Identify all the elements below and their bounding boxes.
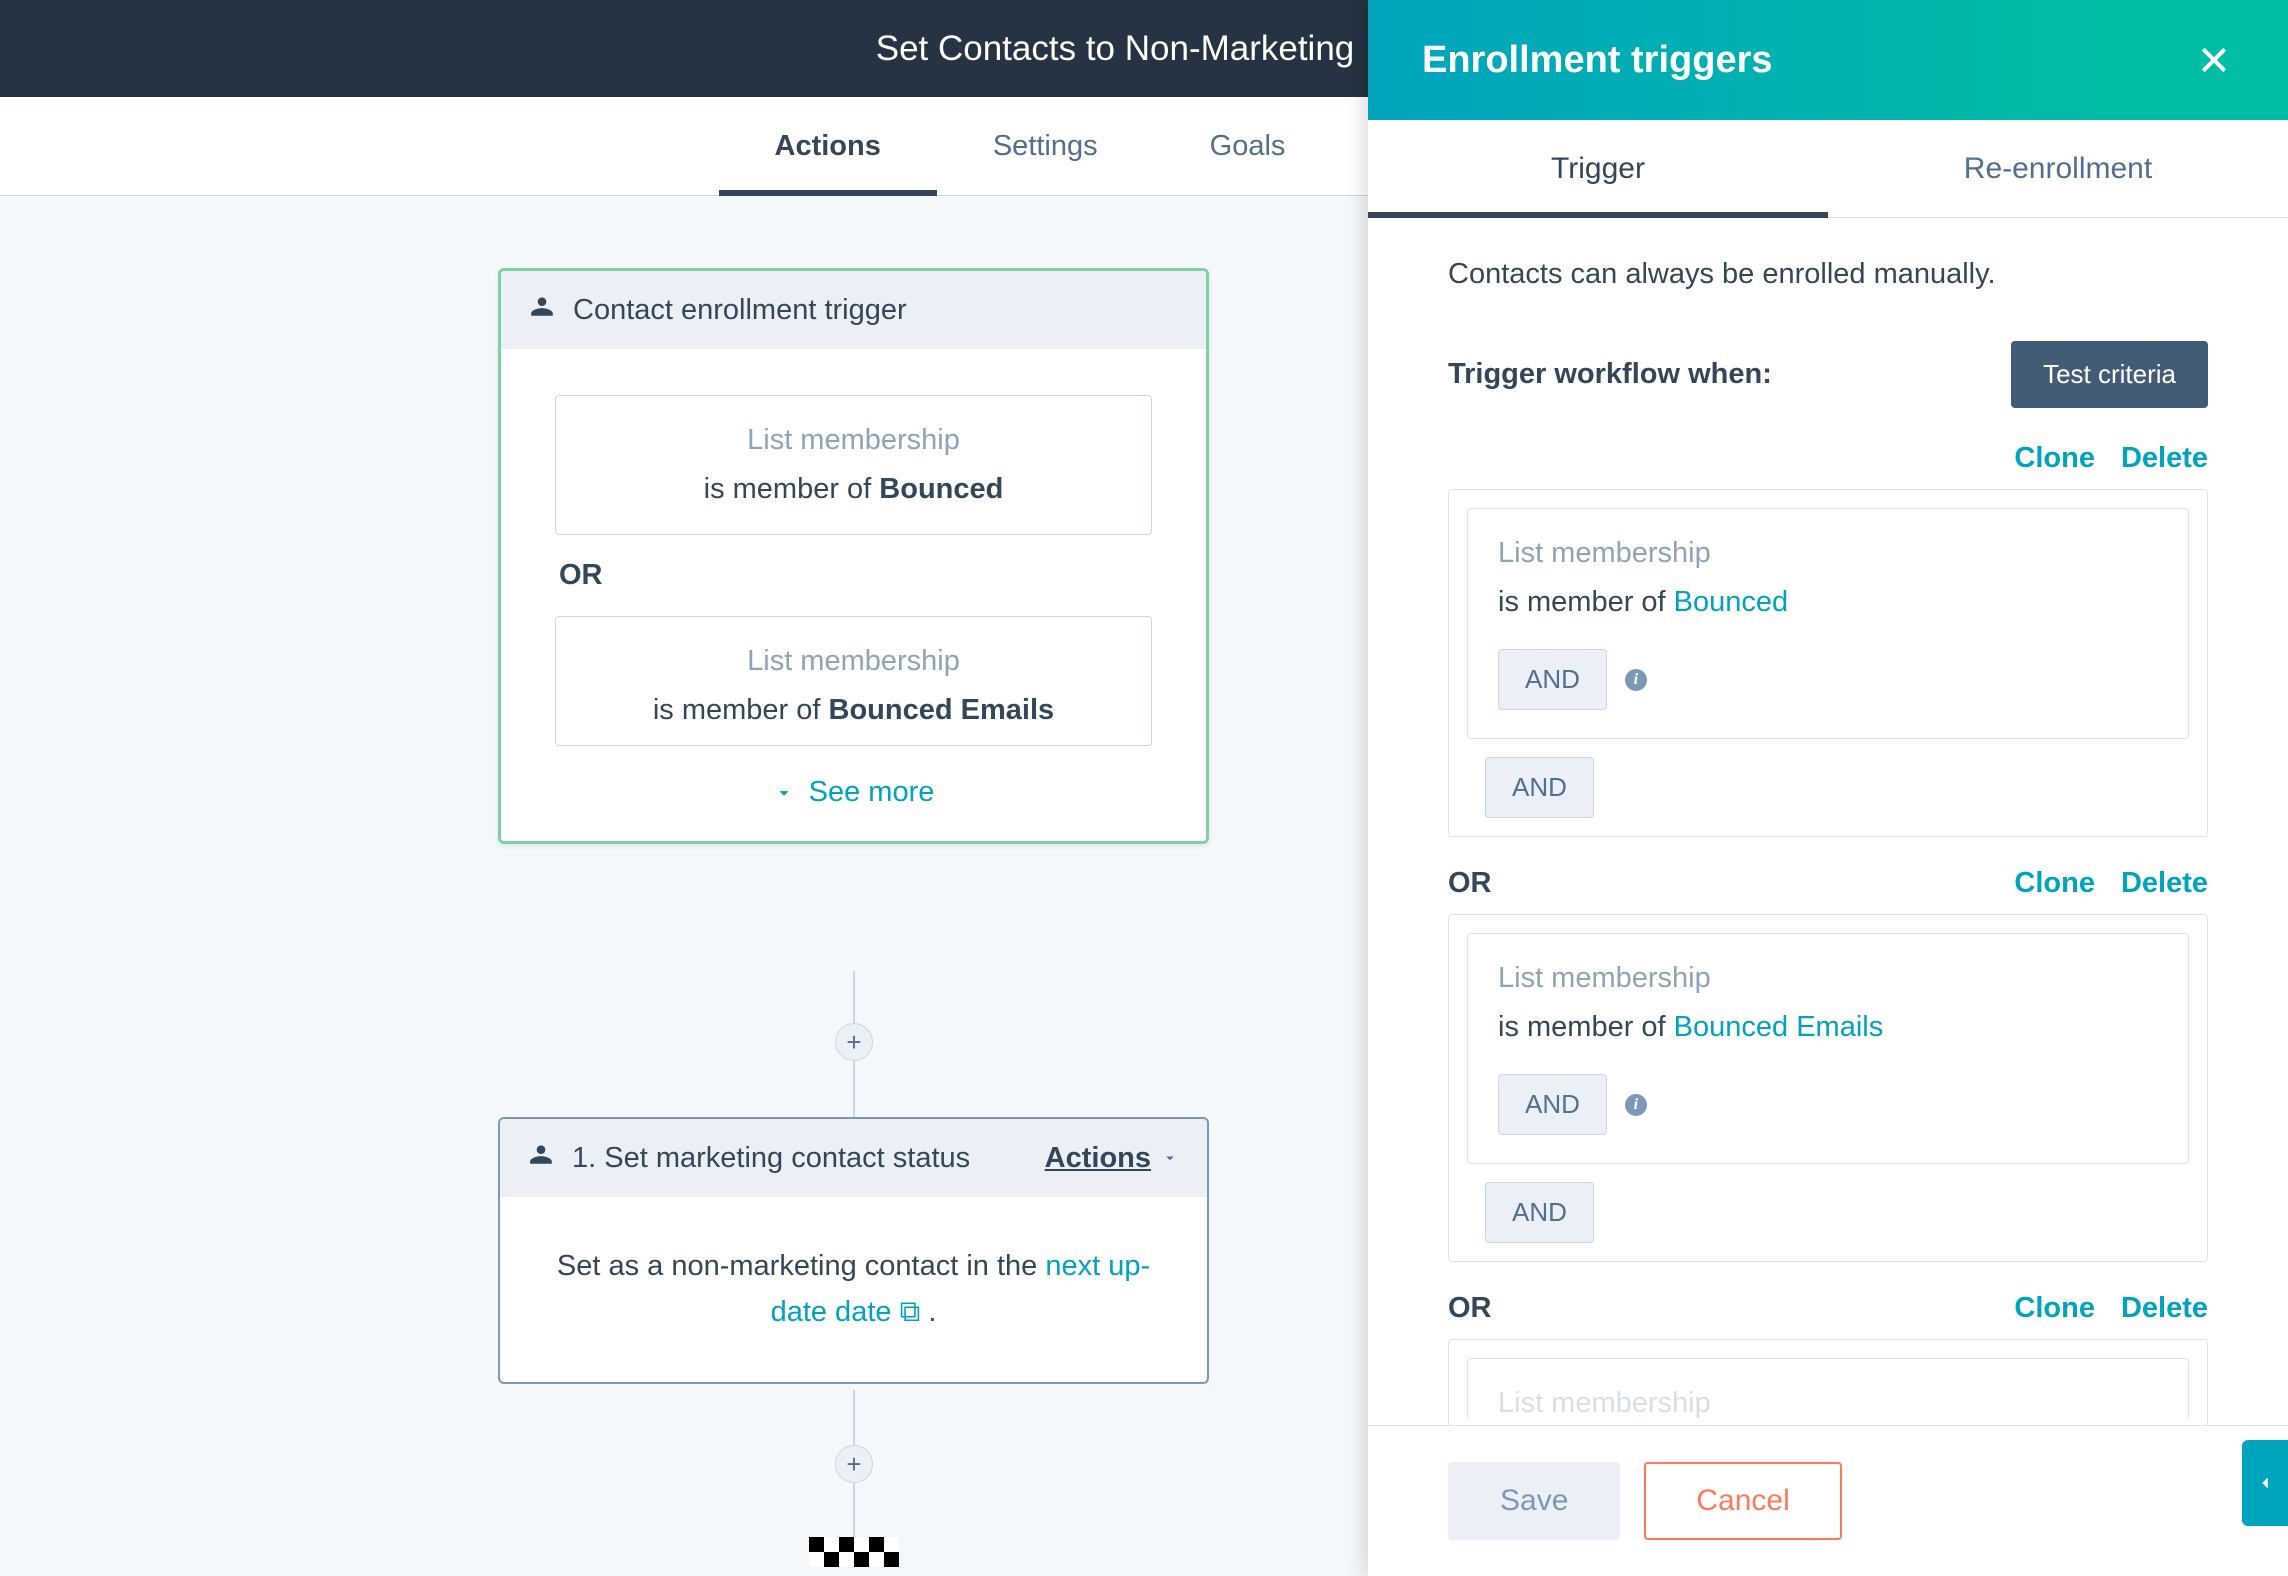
filter-1-value: Bounced [1674, 586, 1789, 618]
close-icon [2198, 44, 2230, 76]
info-icon[interactable] [1625, 1094, 1647, 1116]
filter-condition-2[interactable]: List membership is member of Bounced Ema… [1467, 933, 2189, 1164]
condition-2-prefix: is member of [653, 694, 829, 726]
filter-group-1: List membership is member of Bounced AND… [1448, 489, 2208, 837]
and-button-inner-2[interactable]: AND [1498, 1074, 1607, 1135]
action-description: Set as a non-marketing contact in the ne… [500, 1197, 1207, 1382]
and-button-outer-2[interactable]: AND [1485, 1182, 1594, 1243]
action-card[interactable]: 1. Set marketing contact status Actions … [498, 1117, 1209, 1384]
tab-actions[interactable]: Actions [719, 97, 937, 195]
filter-condition-1[interactable]: List membership is member of Bounced AND [1467, 508, 2189, 739]
external-link-icon: ⧉ [900, 1296, 921, 1328]
filter-group-3: List membership [1448, 1339, 2208, 1425]
tab-goals[interactable]: Goals [1154, 97, 1342, 195]
enrollment-trigger-card[interactable]: Contact enrollment trigger List membersh… [498, 268, 1209, 844]
filter-2-type: List membership [1498, 962, 2158, 995]
delete-group-3[interactable]: Delete [2121, 1292, 2208, 1325]
condition-1-label: List membership [576, 424, 1131, 457]
save-button[interactable]: Save [1448, 1462, 1620, 1540]
delete-group-1[interactable]: Delete [2121, 442, 2208, 475]
condition-2-label: List membership [576, 645, 1131, 678]
finish-flag-icon [809, 1537, 899, 1567]
clone-group-1[interactable]: Clone [2014, 442, 2095, 475]
collapse-panel-tab[interactable] [2242, 1440, 2288, 1526]
clone-group-2[interactable]: Clone [2014, 867, 2095, 900]
trigger-when-label: Trigger workflow when: [1448, 358, 1772, 391]
manual-enroll-info: Contacts can always be enrolled manually… [1448, 258, 2208, 291]
chevron-left-icon [2254, 1472, 2276, 1494]
see-more-button[interactable]: See more [555, 776, 1152, 809]
filter-condition-3[interactable]: List membership [1467, 1358, 2189, 1420]
enrollment-triggers-panel: Enrollment triggers Trigger Re-enrollmen… [1368, 0, 2288, 1576]
or-separator: OR [559, 559, 1152, 592]
action-card-title: 1. Set marketing contact status [572, 1142, 970, 1175]
delete-group-2[interactable]: Delete [2121, 867, 2208, 900]
caret-down-icon [1161, 1149, 1179, 1167]
workflow-title: Set Contacts to Non-Marketing [876, 29, 1355, 69]
panel-tab-trigger[interactable]: Trigger [1368, 120, 1828, 217]
and-button-outer-1[interactable]: AND [1485, 757, 1594, 818]
panel-title: Enrollment triggers [1422, 39, 1773, 82]
condition-1-value: Bounced [879, 473, 1003, 505]
add-step-button-1[interactable]: + [835, 1023, 873, 1061]
filter-1-type: List membership [1498, 537, 2158, 570]
condition-box-1: List membership is member of Bounced [555, 395, 1152, 535]
add-step-button-2[interactable]: + [835, 1445, 873, 1483]
action-card-actions-dropdown[interactable]: Actions [1045, 1142, 1179, 1175]
clone-group-3[interactable]: Clone [2014, 1292, 2095, 1325]
chevron-down-icon [773, 782, 795, 804]
condition-box-2: List membership is member of Bounced Ema… [555, 616, 1152, 746]
filter-3-type: List membership [1498, 1387, 2158, 1420]
see-more-label: See more [809, 776, 935, 809]
filter-2-value: Bounced Emails [1674, 1011, 1884, 1043]
test-criteria-button[interactable]: Test criteria [2011, 341, 2208, 408]
close-panel-button[interactable] [2194, 40, 2234, 80]
or-separator-panel-1: OR [1448, 867, 1492, 900]
condition-2-value: Bounced Emails [829, 694, 1055, 726]
or-separator-panel-2: OR [1448, 1292, 1492, 1325]
action-dd-label: Actions [1045, 1142, 1151, 1175]
cancel-button[interactable]: Cancel [1644, 1462, 1841, 1540]
person-icon [528, 1141, 554, 1175]
tab-settings[interactable]: Settings [937, 97, 1154, 195]
filter-group-2: List membership is member of Bounced Ema… [1448, 914, 2208, 1262]
person-icon [529, 293, 555, 327]
condition-1-prefix: is member of [704, 473, 880, 505]
trigger-card-title-text: Contact enrollment trigger [573, 294, 907, 327]
panel-tab-reenrollment[interactable]: Re-enrollment [1828, 120, 2288, 217]
info-icon[interactable] [1625, 669, 1647, 691]
and-button-inner-1[interactable]: AND [1498, 649, 1607, 710]
